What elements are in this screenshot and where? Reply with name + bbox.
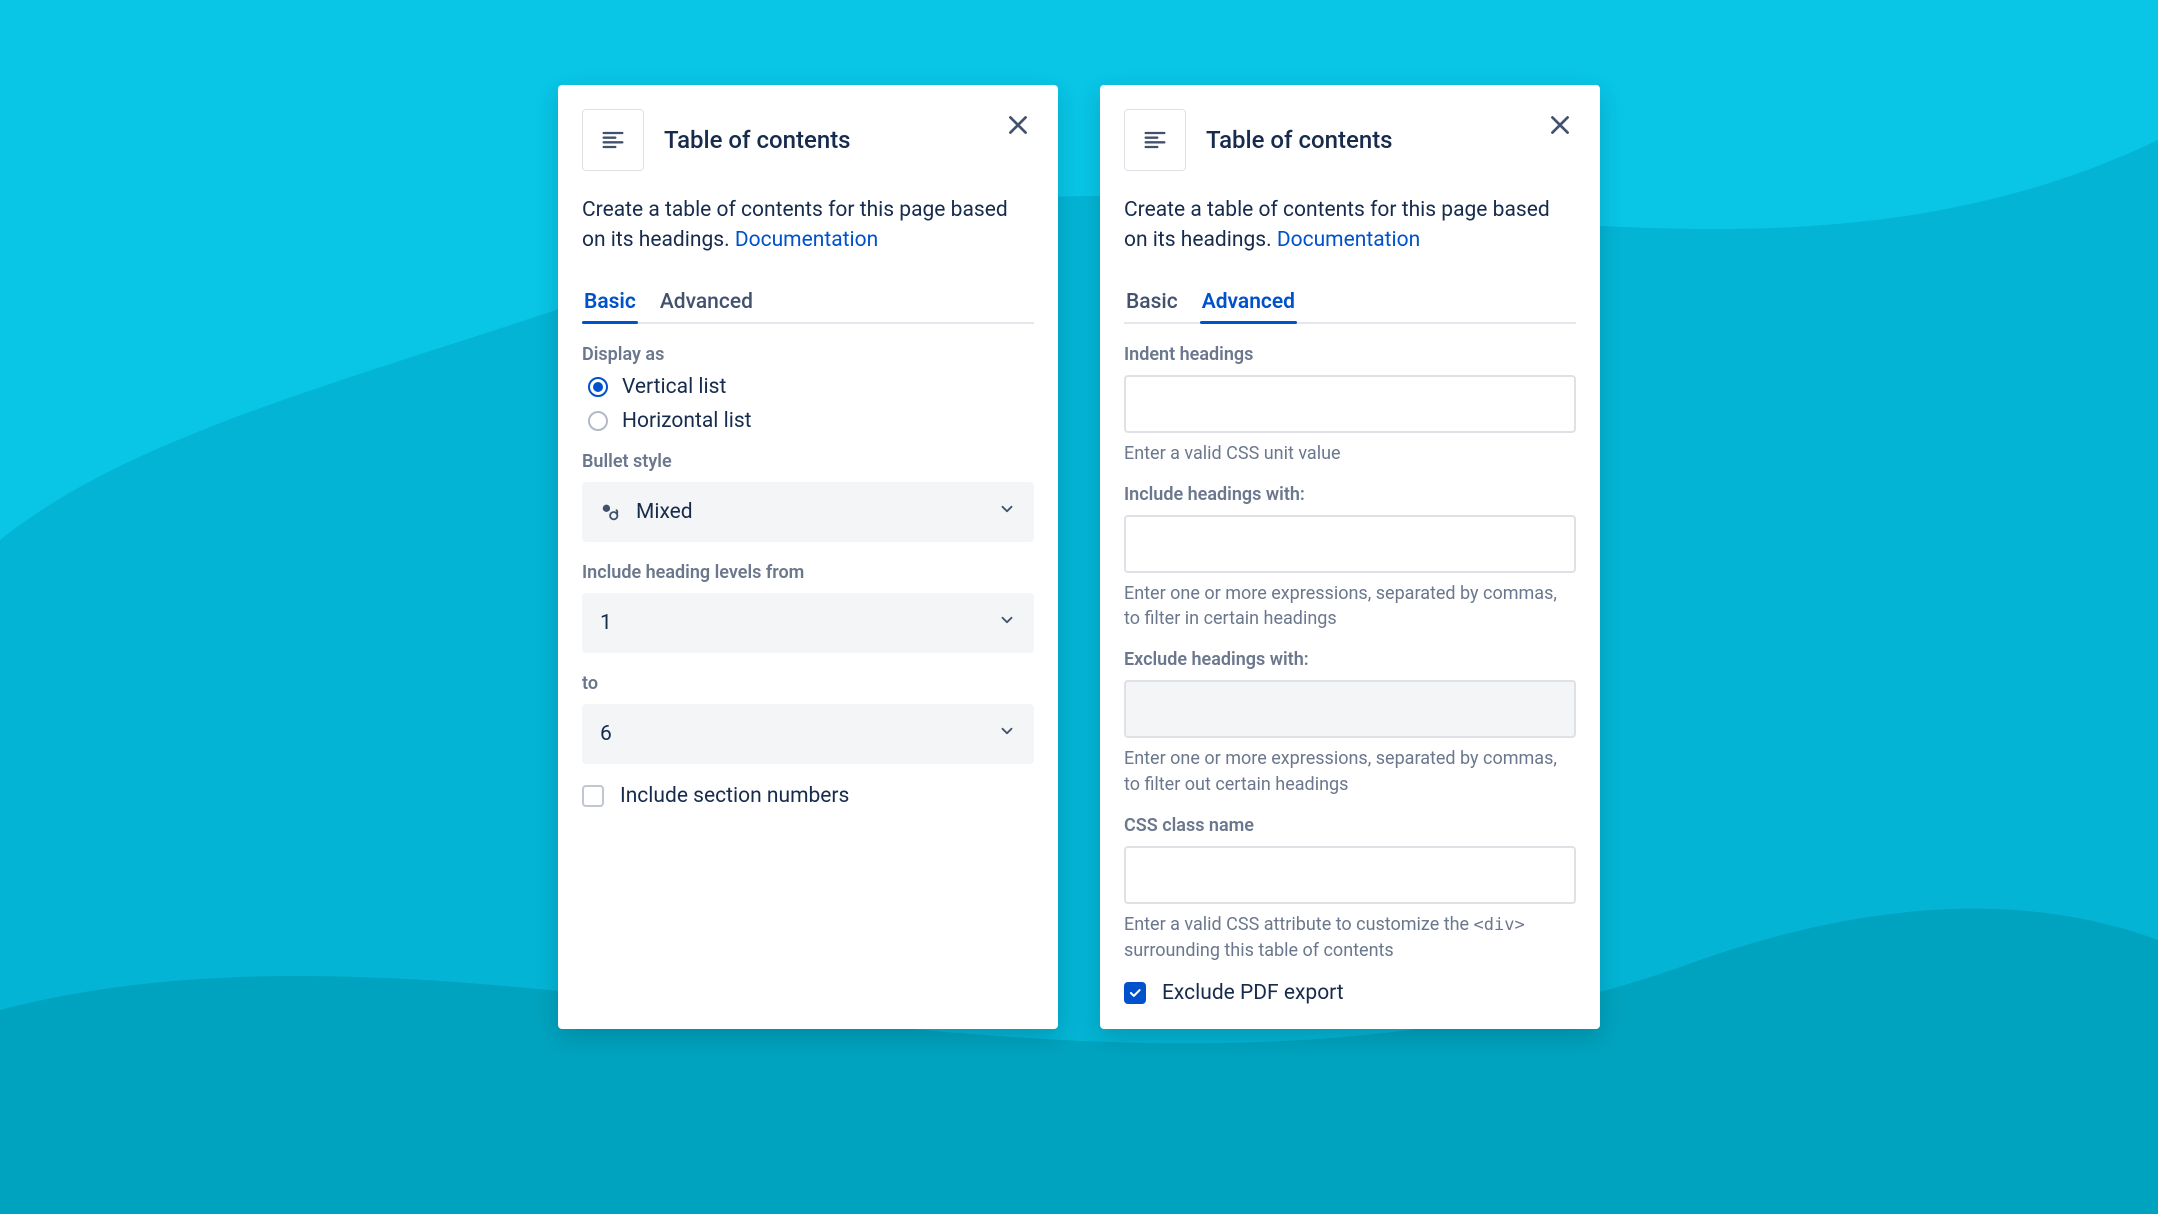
chevron-down-icon <box>998 722 1016 746</box>
indent-headings-label: Indent headings <box>1124 344 1576 365</box>
exclude-headings-helper: Enter one or more expressions, separated… <box>1124 746 1576 796</box>
indent-headings-helper: Enter a valid CSS unit value <box>1124 441 1576 466</box>
mixed-bullet-icon <box>600 501 622 523</box>
documentation-link[interactable]: Documentation <box>1277 228 1420 252</box>
checkbox-indicator <box>582 785 604 807</box>
indent-headings-input[interactable] <box>1124 375 1576 433</box>
levels-to-value: 6 <box>600 722 612 746</box>
css-class-input[interactable] <box>1124 846 1576 904</box>
documentation-link[interactable]: Documentation <box>735 228 878 252</box>
chevron-down-icon <box>998 611 1016 635</box>
css-helper-prefix: Enter a valid CSS attribute to customize… <box>1124 914 1474 935</box>
include-headings-label: Include headings with: <box>1124 484 1576 505</box>
close-icon <box>1547 112 1573 138</box>
css-helper-code: <div> <box>1474 915 1525 935</box>
panel-header: Table of contents <box>582 109 1034 171</box>
include-headings-input[interactable] <box>1124 515 1576 573</box>
display-as-label: Display as <box>582 344 1034 365</box>
tabs: Basic Advanced <box>1124 284 1576 324</box>
exclude-pdf-export-checkbox[interactable]: Exclude PDF export <box>1124 981 1576 1005</box>
tab-basic[interactable]: Basic <box>1124 284 1180 324</box>
css-class-helper: Enter a valid CSS attribute to customize… <box>1124 912 1576 963</box>
tabs: Basic Advanced <box>582 284 1034 324</box>
checkbox-label: Exclude PDF export <box>1162 981 1344 1005</box>
panel-description: Create a table of contents for this page… <box>1124 195 1576 256</box>
css-helper-suffix: surrounding this table of contents <box>1124 940 1394 961</box>
panel-title: Table of contents <box>1206 126 1393 154</box>
toc-macro-icon <box>1124 109 1186 171</box>
close-icon <box>1005 112 1031 138</box>
radio-vertical-list[interactable]: Vertical list <box>588 375 1034 399</box>
exclude-headings-label: Exclude headings with: <box>1124 649 1576 670</box>
radio-indicator <box>588 411 608 431</box>
radio-horizontal-list[interactable]: Horizontal list <box>588 409 1034 433</box>
levels-from-select[interactable]: 1 <box>582 593 1034 653</box>
toc-config-panel-basic: Table of contents Create a table of cont… <box>558 85 1058 1029</box>
tab-basic[interactable]: Basic <box>582 284 638 324</box>
include-headings-helper: Enter one or more expressions, separated… <box>1124 581 1576 631</box>
tab-advanced[interactable]: Advanced <box>1200 284 1297 324</box>
checkbox-label: Include section numbers <box>620 784 849 808</box>
include-section-numbers-checkbox[interactable]: Include section numbers <box>582 784 1034 808</box>
tab-advanced[interactable]: Advanced <box>658 284 755 324</box>
css-class-label: CSS class name <box>1124 815 1576 836</box>
bullet-style-label: Bullet style <box>582 451 1034 472</box>
exclude-headings-input[interactable] <box>1124 680 1576 738</box>
levels-to-select[interactable]: 6 <box>582 704 1034 764</box>
radio-label: Horizontal list <box>622 409 752 433</box>
bullet-style-value: Mixed <box>636 500 693 524</box>
bullet-style-select[interactable]: Mixed <box>582 482 1034 542</box>
radio-indicator <box>588 377 608 397</box>
chevron-down-icon <box>998 500 1016 524</box>
align-left-icon <box>599 126 627 154</box>
close-button[interactable] <box>998 105 1038 145</box>
align-left-icon <box>1141 126 1169 154</box>
toc-config-panel-advanced: Table of contents Create a table of cont… <box>1100 85 1600 1029</box>
levels-to-label: to <box>582 673 1034 694</box>
toc-macro-icon <box>582 109 644 171</box>
checkbox-indicator <box>1124 982 1146 1004</box>
check-icon <box>1128 986 1142 1000</box>
levels-from-label: Include heading levels from <box>582 562 1034 583</box>
panel-description: Create a table of contents for this page… <box>582 195 1034 256</box>
radio-label: Vertical list <box>622 375 726 399</box>
panel-header: Table of contents <box>1124 109 1576 171</box>
levels-from-value: 1 <box>600 611 612 635</box>
panel-title: Table of contents <box>664 126 851 154</box>
close-button[interactable] <box>1540 105 1580 145</box>
